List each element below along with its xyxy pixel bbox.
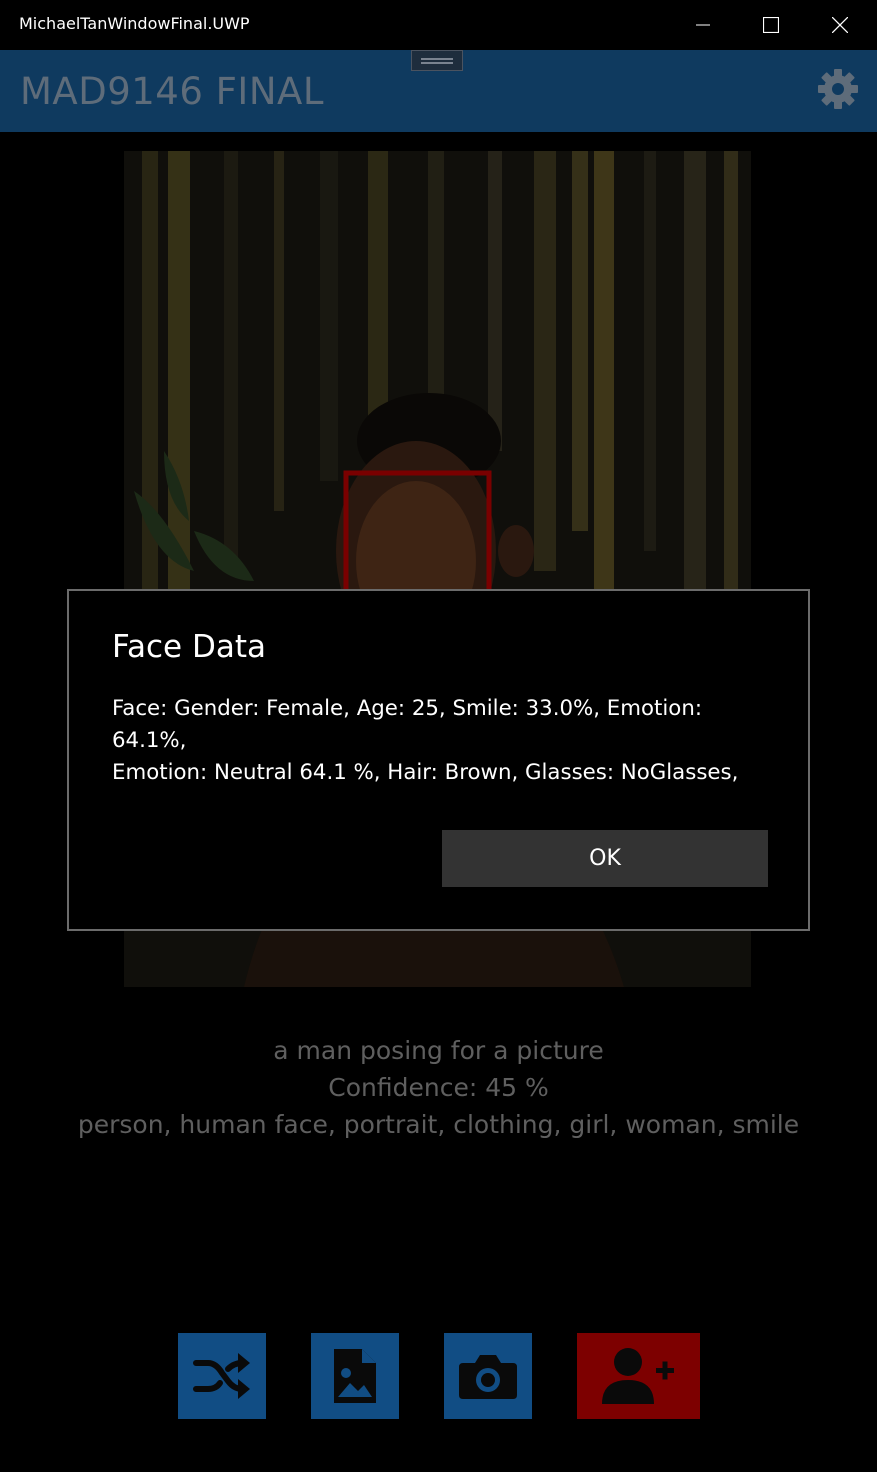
app-title: MAD9146 FINAL: [20, 70, 324, 113]
close-icon: [832, 17, 848, 33]
drag-handle[interactable]: [411, 50, 463, 71]
face-data-line-2: Emotion: Neutral 64.1 %, Hair: Brown, Gl…: [112, 760, 739, 785]
maximize-button[interactable]: [737, 0, 805, 50]
shuffle-button[interactable]: [178, 1333, 266, 1419]
add-person-button[interactable]: [577, 1333, 700, 1419]
description-text: a man posing for a picture: [273, 1036, 604, 1065]
open-image-button[interactable]: [311, 1333, 399, 1419]
confidence-text: Confidence: 45 %: [328, 1073, 549, 1102]
window-titlebar: MichaelTanWindowFinal.UWP: [0, 0, 877, 50]
dialog-title: Face Data: [112, 629, 266, 665]
dialog-content: Face: Gender: Female, Age: 25, Smile: 33…: [112, 693, 782, 789]
minimize-icon: [696, 24, 710, 26]
window-title: MichaelTanWindowFinal.UWP: [19, 14, 250, 33]
tags-text: person, human face, portrait, clothing, …: [77, 1110, 800, 1139]
maximize-icon: [763, 17, 779, 33]
add-person-icon: [601, 1348, 674, 1404]
face-data-line-1: Face: Gender: Female, Age: 25, Smile: 33…: [112, 696, 703, 753]
gear-icon[interactable]: [815, 66, 861, 112]
shuffle-icon: [193, 1353, 250, 1399]
camera-icon: [459, 1355, 517, 1399]
minimize-button[interactable]: [669, 0, 737, 50]
ok-button[interactable]: OK: [442, 830, 768, 887]
camera-button[interactable]: [444, 1333, 532, 1419]
close-button[interactable]: [806, 0, 874, 50]
face-data-dialog: Face Data Face: Gender: Female, Age: 25,…: [67, 589, 810, 931]
image-file-icon: [334, 1349, 376, 1403]
